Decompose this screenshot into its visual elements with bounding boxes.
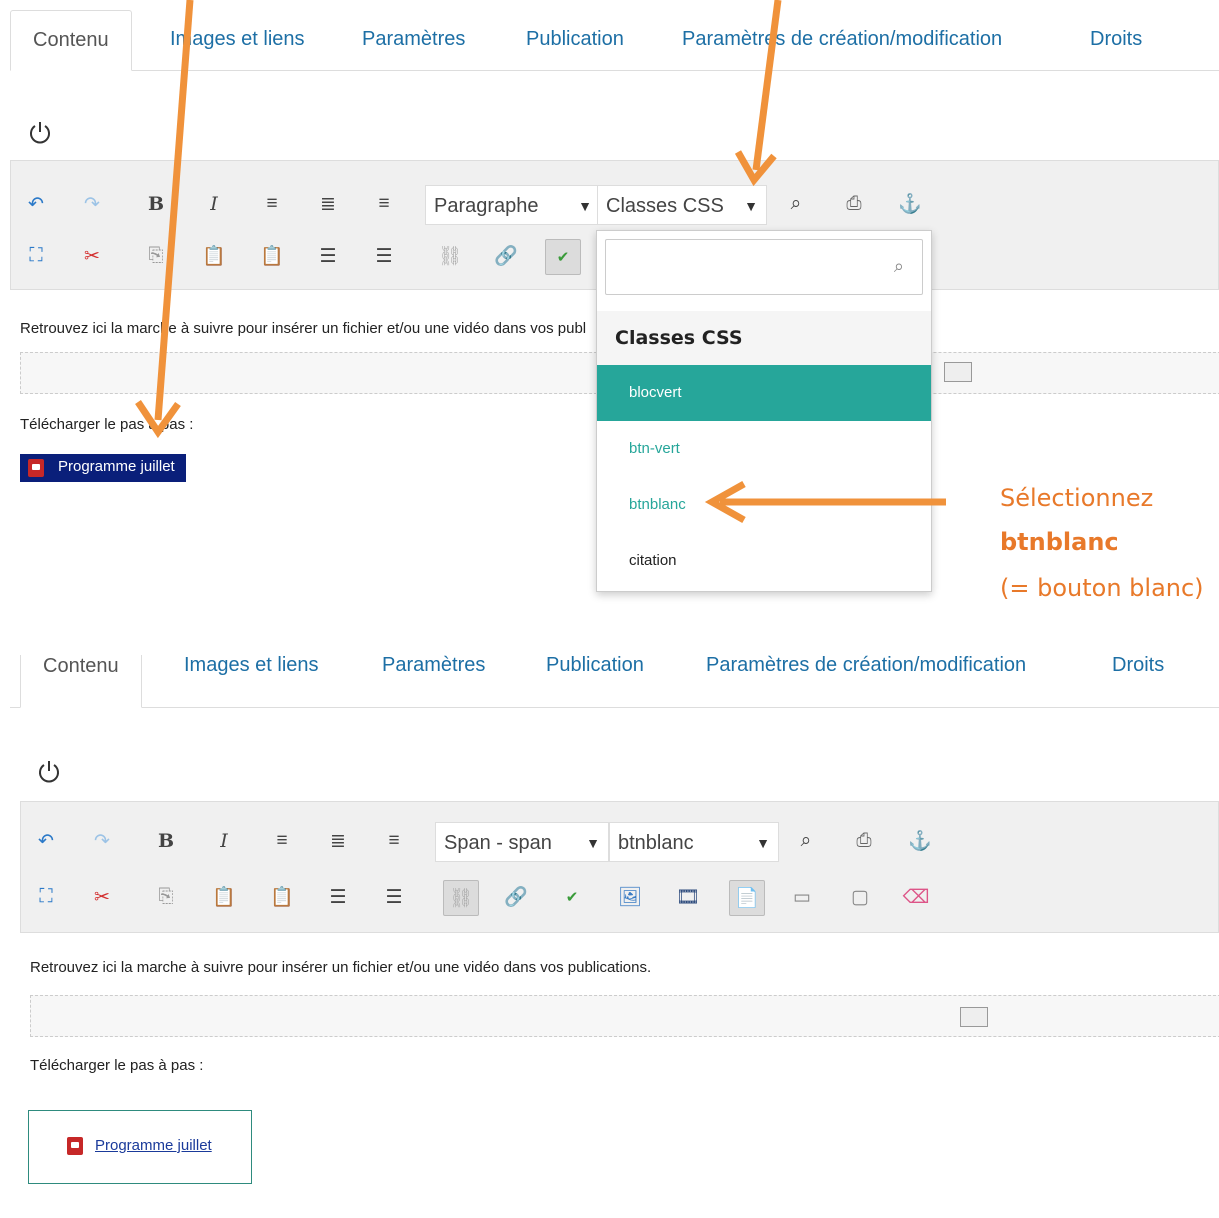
css-class-select[interactable]: btnblanc ▼ [609, 822, 779, 862]
chevron-down-icon: ▼ [586, 835, 600, 851]
placeholder-block [30, 995, 1219, 1037]
paste-icon[interactable]: 📋 [207, 880, 241, 914]
pdf-icon [67, 1137, 83, 1155]
align-right-icon[interactable]: ≡ [377, 824, 411, 858]
annotation-arrows [135, 0, 946, 524]
format-select[interactable]: Span - span ▼ [435, 822, 609, 862]
tab-parametres-creation[interactable]: Paramètres de création/modification [684, 655, 1048, 687]
download-label: Télécharger le pas à pas : [30, 1057, 204, 1074]
format-select-value: Span - span [444, 832, 552, 854]
align-center-icon[interactable]: ≣ [321, 824, 355, 858]
block-insert-icon[interactable]: ▭ [785, 880, 819, 914]
spellcheck-icon[interactable]: ✔ [555, 880, 589, 914]
find-icon[interactable]: ⌕ [789, 824, 823, 858]
link-text[interactable]: Programme juillet [95, 1137, 212, 1154]
editor-panel-before: Contenu Images et liens Paramètres Publi… [0, 0, 1219, 660]
paste-text-icon[interactable]: 📋 [265, 880, 299, 914]
bullet-list-icon[interactable]: ☰ [377, 880, 411, 914]
white-button-link[interactable]: Programme juillet [28, 1110, 252, 1184]
undo-icon[interactable]: ↶ [29, 824, 63, 858]
intro-text: Retrouvez ici la marche à suivre pour in… [30, 959, 652, 976]
unlink-icon[interactable]: ⛓ [443, 880, 479, 916]
numbered-list-icon[interactable]: ☰ [321, 880, 355, 914]
arrow-to-class-select [752, 0, 782, 171]
print-icon[interactable]: ⎙ [847, 824, 881, 858]
file-icon[interactable]: 📄 [729, 880, 765, 916]
power-icon[interactable] [36, 759, 62, 785]
css-class-select-value: btnblanc [618, 832, 694, 854]
bold-icon[interactable]: B [149, 824, 183, 858]
cut-icon[interactable]: ✂ [85, 880, 119, 914]
image-icon[interactable]: 🖼 [613, 880, 647, 914]
redo-icon[interactable]: ↷ [85, 824, 119, 858]
editor-panel-after: Contenu Images et liens Paramètres Publi… [0, 655, 1219, 1218]
chevron-down-icon: ▼ [756, 835, 770, 851]
anchor-icon[interactable]: ⚓ [903, 824, 937, 858]
eraser-icon[interactable]: ⌫ [899, 880, 933, 914]
link-icon[interactable]: 🔗 [499, 880, 533, 914]
editor-toolbar: ↶ ↷ B I ≡ ≣ ≡ Span - span ▼ btnblanc ▼ ⌕ ⎙… [20, 801, 1219, 933]
tab-publication[interactable]: Publication [524, 655, 666, 687]
toolbar-row-2: ⛶ ✂ ⎘ 📋 📋 ☰ ☰ ⛓ 🔗 ✔ 🖼 🎞 📄 ▭ ▢ ⌫ [21, 874, 1218, 920]
align-left-icon[interactable]: ≡ [265, 824, 299, 858]
template-icon[interactable]: ▢ [843, 880, 877, 914]
italic-icon[interactable]: I [207, 824, 241, 858]
video-icon[interactable]: 🎞 [671, 880, 705, 914]
toolbar-row-1: ↶ ↷ B I ≡ ≣ ≡ Span - span ▼ btnblanc ▼ ⌕ ⎙… [21, 818, 1218, 864]
tab-images-et-liens[interactable]: Images et liens [162, 655, 341, 687]
tab-droits[interactable]: Droits [1090, 655, 1186, 687]
tab-contenu[interactable]: Contenu [20, 655, 142, 708]
fullscreen-icon[interactable]: ⛶ [29, 880, 63, 914]
tab-bar: Contenu Images et liens Paramètres Publi… [10, 655, 1219, 708]
copy-icon[interactable]: ⎘ [149, 880, 183, 914]
arrow-to-link [154, 0, 194, 421]
block-icon [960, 1007, 988, 1027]
tab-parametres[interactable]: Paramètres [360, 655, 507, 687]
